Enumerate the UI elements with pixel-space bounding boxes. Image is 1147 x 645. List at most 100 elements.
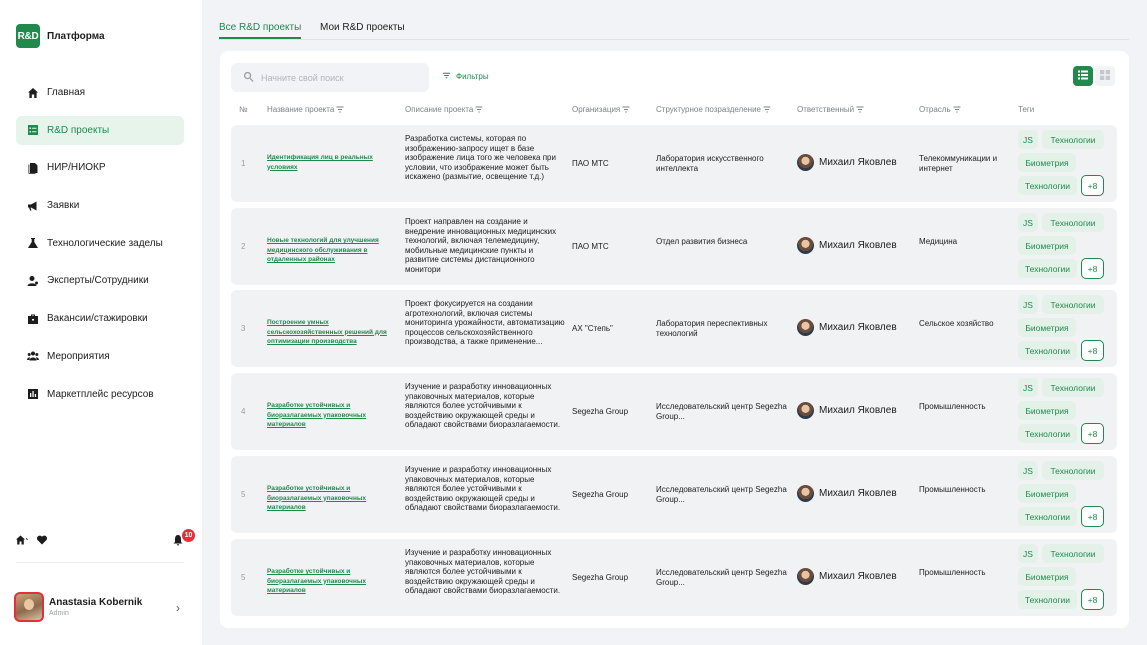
row-number: 1	[241, 159, 246, 168]
tag-chip[interactable]: JS	[1018, 544, 1038, 563]
project-name-link[interactable]: Разработке устойчивых и биоразлагаемых у…	[267, 567, 389, 596]
more-tags-button[interactable]: +8	[1081, 589, 1104, 610]
tag-chip[interactable]: Технологии	[1018, 259, 1077, 278]
responsible-person[interactable]: Михаил Яковлев	[797, 154, 897, 171]
search-box[interactable]	[231, 63, 429, 92]
tag-chip[interactable]: Технологии	[1018, 590, 1077, 609]
sidebar-item-experts[interactable]: Эксперты/Сотрудники	[16, 266, 184, 295]
sidebar-item-tech[interactable]: Технологические заделы	[16, 229, 184, 258]
table-row[interactable]: 1 Идентификация лиц в реальных условиях Ра…	[231, 125, 1117, 202]
responsible-person[interactable]: Михаил Яковлев	[797, 568, 897, 585]
tag-chip[interactable]: Технологии	[1042, 213, 1104, 232]
tag-chip[interactable]: Технологии	[1018, 424, 1077, 443]
sidebar-item-events[interactable]: Мероприятия	[16, 342, 184, 371]
responsible-person[interactable]: Михаил Яковлев	[797, 237, 897, 254]
industry: Медицина	[919, 237, 958, 246]
responsible-name: Михаил Яковлев	[819, 570, 897, 582]
organization: Segezha Group	[572, 407, 629, 416]
more-tags-button[interactable]: +8	[1081, 506, 1104, 527]
project-name-link[interactable]: Идентификация лиц в реальных условиях	[267, 153, 389, 172]
responsible-avatar	[797, 402, 814, 419]
tag-chip[interactable]: Биометрия	[1018, 484, 1076, 503]
sidebar-item-vacancies[interactable]: Вакансии/стажировки	[16, 304, 184, 333]
tag-chip[interactable]: Биометрия	[1018, 153, 1076, 172]
sort-icon	[953, 106, 961, 113]
sidebar-nav: Главная R&D проекты НИР/НИОКР Заявки Тех…	[16, 78, 184, 417]
more-tags-button[interactable]: +8	[1081, 340, 1104, 361]
grid-view-button[interactable]	[1095, 66, 1115, 86]
list-view-button[interactable]	[1073, 66, 1093, 86]
view-toggle	[1073, 66, 1115, 86]
heart-icon[interactable]	[36, 533, 50, 547]
table-row[interactable]: 3 Построение умных сельскохозяйственных р…	[231, 290, 1117, 367]
filters-button[interactable]: Фильтры	[442, 71, 489, 82]
project-tabs: Все R&D проекты Мои R&D проекты	[219, 22, 1129, 40]
tag-chip[interactable]: Технологии	[1042, 378, 1104, 397]
sidebar-item-home[interactable]: Главная	[16, 78, 184, 107]
projects-icon	[26, 124, 39, 137]
column-number: №	[239, 105, 248, 114]
tag-chip[interactable]: Технологии	[1042, 130, 1104, 149]
user-profile[interactable]: Anastasia Kobernik Admin ›	[14, 592, 184, 622]
tag-chip[interactable]: Биометрия	[1018, 318, 1076, 337]
tag-chip[interactable]: Технологии	[1042, 295, 1104, 314]
department: Отдел развития бизнеса	[656, 237, 748, 246]
responsible-person[interactable]: Михаил Яковлев	[797, 485, 897, 502]
responsible-avatar	[797, 319, 814, 336]
column-name[interactable]: Название проекта	[267, 105, 344, 114]
tab-my-projects[interactable]: Мои R&D проекты	[320, 22, 405, 37]
column-responsible[interactable]: Ответственный	[797, 105, 864, 114]
column-department[interactable]: Структурное позразделение	[656, 105, 771, 114]
responsible-person[interactable]: Михаил Яковлев	[797, 402, 897, 419]
tab-all-projects[interactable]: Все R&D проекты	[219, 22, 302, 39]
filters-label: Фильтры	[456, 72, 489, 81]
more-tags-button[interactable]: +8	[1081, 423, 1104, 444]
tag-chip[interactable]: Технологии	[1018, 507, 1077, 526]
tag-chip[interactable]: Биометрия	[1018, 236, 1076, 255]
search-input[interactable]	[261, 72, 421, 83]
industry: Телекоммуникации и интернет	[919, 154, 998, 173]
sidebar-item-nir[interactable]: НИР/НИОКР	[16, 153, 184, 182]
tag-chip[interactable]: JS	[1018, 295, 1038, 314]
sidebar-item-marketplace[interactable]: Маркетплейс ресурсов	[16, 380, 184, 409]
tag-chip[interactable]: JS	[1018, 378, 1038, 397]
more-tags-button[interactable]: +8	[1081, 175, 1104, 196]
table-header: № Название проекта Описание проекта Орга…	[231, 105, 1117, 119]
tag-chip[interactable]: Технологии	[1042, 544, 1104, 563]
tag-chip[interactable]: Технологии	[1042, 461, 1104, 480]
project-name-link[interactable]: Разработке устойчивых и биоразлагаемых у…	[267, 401, 389, 430]
sort-icon	[336, 106, 344, 113]
tag-chip[interactable]: JS	[1018, 130, 1038, 149]
sort-icon	[856, 106, 864, 113]
table-row[interactable]: 2 Новые технологий для улучшения медицинс…	[231, 208, 1117, 285]
project-description: Проект направлен на создание и внедрение…	[405, 217, 557, 274]
tag-chip[interactable]: Биометрия	[1018, 567, 1076, 586]
project-name-link[interactable]: Разработке устойчивых и биоразлагаемых у…	[267, 484, 389, 513]
organization: АХ "Степь"	[572, 324, 613, 333]
tag-chip[interactable]: JS	[1018, 461, 1038, 480]
tag-chip[interactable]: Биометрия	[1018, 401, 1076, 420]
sidebar-item-label: Маркетплейс ресурсов	[47, 388, 154, 400]
column-organization[interactable]: Организация	[572, 105, 630, 114]
table-row[interactable]: 5 Разработке устойчивых и биоразлагаемых …	[231, 456, 1117, 533]
flask-icon	[26, 237, 39, 250]
column-description[interactable]: Описание проекта	[405, 105, 483, 114]
organization: Segezha Group	[572, 573, 629, 582]
tag-chip[interactable]: Технологии	[1018, 176, 1077, 195]
column-industry[interactable]: Отрасль	[919, 105, 961, 114]
table-row[interactable]: 4 Разработке устойчивых и биоразлагаемых …	[231, 373, 1117, 450]
sidebar-item-requests[interactable]: Заявки	[16, 191, 184, 220]
chevron-right-icon[interactable]: ›	[176, 601, 180, 615]
list-icon	[1078, 67, 1088, 85]
briefcase-icon	[26, 312, 39, 325]
table-row[interactable]: 5 Разработке устойчивых и биоразлагаемых …	[231, 539, 1117, 616]
sidebar-item-rd-projects[interactable]: R&D проекты	[16, 115, 184, 145]
home-wifi-icon[interactable]	[16, 533, 30, 547]
tag-chip[interactable]: JS	[1018, 213, 1038, 232]
responsible-person[interactable]: Михаил Яковлев	[797, 319, 897, 336]
brand[interactable]: R&D Платформа	[16, 24, 105, 48]
more-tags-button[interactable]: +8	[1081, 258, 1104, 279]
tag-chip[interactable]: Технологии	[1018, 341, 1077, 360]
project-name-link[interactable]: Новые технологий для улучшения медицинск…	[267, 236, 389, 265]
project-name-link[interactable]: Построение умных сельскохозяйственных ре…	[267, 318, 389, 347]
